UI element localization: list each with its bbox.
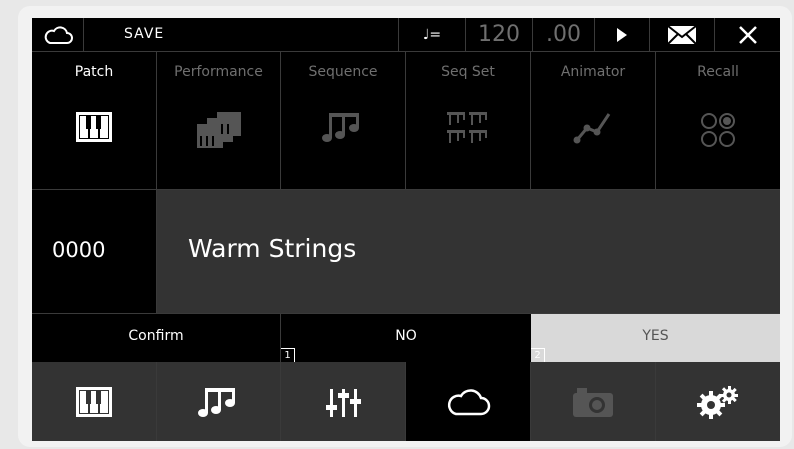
yes-label: YES bbox=[642, 328, 669, 344]
gears-icon bbox=[697, 385, 738, 419]
tab-patch[interactable]: Patch bbox=[32, 52, 157, 190]
graph-curve-icon bbox=[531, 110, 655, 144]
patch-number-field[interactable]: 0000 bbox=[32, 190, 157, 314]
tempo-value: 120 bbox=[478, 22, 520, 47]
yes-index-badge: 2 bbox=[531, 348, 545, 362]
tempo-fraction-field[interactable]: .00 bbox=[533, 18, 595, 52]
no-label: NO bbox=[395, 328, 417, 344]
no-index-badge: 1 bbox=[281, 348, 295, 362]
close-button[interactable] bbox=[715, 18, 780, 52]
patch-name-field[interactable]: Warm Strings bbox=[157, 190, 780, 314]
confirm-label-cell: Confirm bbox=[32, 314, 281, 362]
no-button[interactable]: NO 1 bbox=[281, 314, 531, 362]
piano-keys-icon bbox=[76, 386, 112, 417]
tab-performance[interactable]: Performance bbox=[157, 52, 281, 190]
device-screen: SAVE ♩= 120 .00 Patch Performance Sequen… bbox=[32, 18, 780, 441]
tab-label: Animator bbox=[560, 64, 626, 80]
bottom-settings-button[interactable] bbox=[656, 362, 780, 441]
bottom-cloud-button[interactable] bbox=[406, 362, 531, 441]
play-button[interactable] bbox=[595, 18, 650, 52]
stacked-piano-icon bbox=[157, 110, 280, 150]
close-icon bbox=[738, 25, 757, 44]
cloud-icon bbox=[447, 388, 491, 415]
tab-label: Patch bbox=[74, 64, 114, 80]
tab-seq-set[interactable]: Seq Set bbox=[406, 52, 531, 190]
note-grid-icon bbox=[406, 110, 530, 146]
patch-number: 0000 bbox=[52, 238, 106, 262]
camera-icon bbox=[573, 387, 613, 417]
tempo-fraction: .00 bbox=[546, 22, 581, 47]
cloud-icon bbox=[44, 25, 73, 44]
music-notes-icon bbox=[281, 110, 405, 144]
mixer-sliders-icon bbox=[326, 388, 361, 417]
tempo-value-field[interactable]: 120 bbox=[466, 18, 533, 52]
tab-animator[interactable]: Animator bbox=[531, 52, 656, 190]
circles-icon bbox=[656, 110, 780, 150]
tab-sequence[interactable]: Sequence bbox=[281, 52, 406, 190]
bottom-patch-button[interactable] bbox=[32, 362, 157, 441]
tab-label: Performance bbox=[174, 64, 263, 80]
confirm-label: Confirm bbox=[128, 328, 184, 344]
tempo-button[interactable]: ♩= bbox=[399, 18, 466, 52]
yes-button[interactable]: YES 2 bbox=[531, 314, 780, 362]
music-notes-icon bbox=[197, 387, 235, 417]
save-label: SAVE bbox=[124, 26, 165, 42]
cloud-button[interactable] bbox=[32, 18, 84, 52]
tab-label: Recall bbox=[697, 64, 739, 80]
mail-button[interactable] bbox=[650, 18, 715, 52]
tempo-prefix: ♩= bbox=[422, 26, 442, 43]
tab-recall[interactable]: Recall bbox=[656, 52, 780, 190]
mail-icon bbox=[667, 24, 697, 45]
bottom-sequence-button[interactable] bbox=[157, 362, 281, 441]
play-icon bbox=[617, 27, 627, 42]
tab-label: Seq Set bbox=[441, 64, 495, 80]
piano-keys-icon bbox=[32, 110, 156, 144]
bottom-mixer-button[interactable] bbox=[281, 362, 406, 441]
tab-label: Sequence bbox=[308, 64, 378, 80]
save-button[interactable]: SAVE bbox=[84, 18, 399, 52]
patch-name: Warm Strings bbox=[188, 234, 357, 263]
bottom-camera-button[interactable] bbox=[531, 362, 656, 441]
